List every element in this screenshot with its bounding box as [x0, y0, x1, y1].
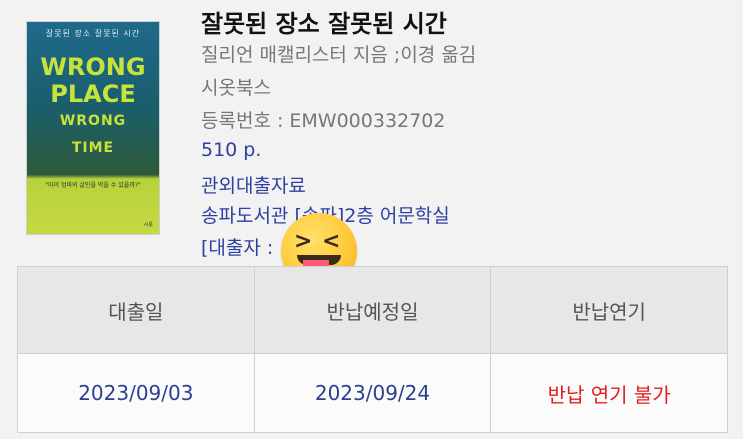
cover-english-title: WRONG PLACE WRONG TIME: [40, 53, 146, 157]
header-loan-date: 대출일: [17, 266, 255, 354]
loan-status-table: 대출일 반납예정일 반납연기 2023/09/03 2023/09/24 반납 …: [17, 266, 728, 433]
extension-status-value: 반납 연기 불가: [490, 353, 728, 433]
table-row: 2023/09/03 2023/09/24 반납 연기 불가: [17, 353, 728, 433]
loan-type-label: 관외대출자료: [201, 175, 306, 197]
book-author: 질리언 매캘리스터 지음 ;이경 옮김: [201, 44, 477, 66]
due-date-value: 2023/09/24: [253, 353, 492, 433]
cover-quote: "아이 엄마의 살인을 막을 수 있을까?": [45, 182, 141, 189]
loan-date-value: 2023/09/03: [17, 353, 255, 433]
book-cover-image[interactable]: 잘못된 장소 잘못된 시간 WRONG PLACE WRONG TIME "아이…: [27, 22, 159, 234]
registration-number: 등록번호 : EMW000332702: [201, 110, 446, 132]
cover-publisher-mark: 시옷: [143, 222, 153, 228]
page-count: 510 p.: [201, 139, 262, 161]
emoji-left-eye: >: [294, 229, 313, 254]
table-header-row: 대출일 반납예정일 반납연기: [17, 266, 728, 354]
header-due-date: 반납예정일: [253, 266, 492, 354]
cover-korean-title: 잘못된 장소 잘못된 시간: [45, 29, 141, 38]
borrower-label: [대출자 :: [201, 237, 274, 259]
header-extension: 반납연기: [490, 266, 728, 354]
book-title: 잘못된 장소 잘못된 시간: [201, 10, 447, 38]
emoji-right-eye: <: [322, 229, 341, 254]
book-publisher: 시옷북스: [201, 77, 271, 99]
